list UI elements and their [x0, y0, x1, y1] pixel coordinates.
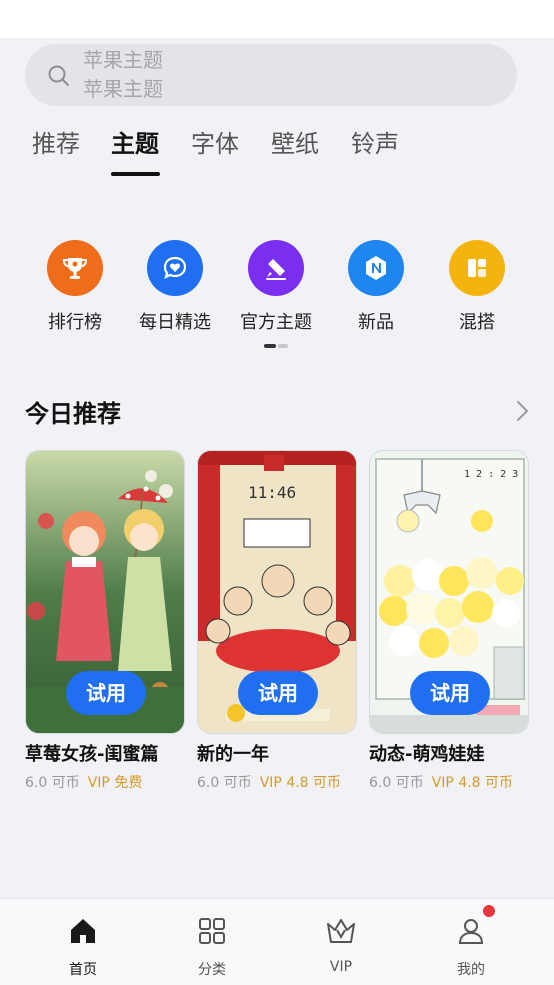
search-placeholder-2: 苹果主题: [83, 77, 163, 101]
preview-clock: 1 2 : 2 3: [464, 469, 519, 480]
search-icon: [48, 65, 69, 86]
tab-wallpaper[interactable]: 壁纸: [271, 128, 319, 160]
page-indicator: [264, 344, 290, 350]
coin-price: 6.0 可币: [369, 775, 424, 791]
theme-preview-image[interactable]: 1 2 : 2 3 试用: [369, 450, 529, 734]
category-label: 新品: [358, 312, 394, 333]
theme-name: 动态-萌鸡娃娃: [369, 744, 485, 765]
category-ranking[interactable]: 排行榜: [25, 240, 125, 334]
search-bar[interactable]: 苹果主题 苹果主题: [25, 44, 517, 106]
vip-price: VIP 免费: [87, 775, 143, 791]
crown-icon: [327, 919, 355, 943]
vip-price: VIP 4.8 可币: [259, 775, 342, 791]
nav-category[interactable]: 分类: [162, 915, 262, 979]
trophy-icon: [47, 240, 103, 296]
theme-card-cute-chick[interactable]: 1 2 : 2 3 试用 动态-萌鸡娃娃 6.0 可币 VIP 4.8 可币: [369, 450, 529, 792]
try-button[interactable]: 试用: [410, 671, 490, 715]
section-title: 今日推荐: [25, 400, 121, 428]
nav-label: 首页: [69, 962, 97, 978]
nav-vip[interactable]: VIP: [291, 915, 391, 975]
nav-label: 分类: [198, 962, 226, 978]
theme-price: 6.0 可币 VIP 免费: [25, 772, 185, 792]
theme-preview-image[interactable]: 试用: [25, 450, 185, 734]
try-button[interactable]: 试用: [66, 671, 146, 715]
brush-icon: [248, 240, 304, 296]
top-tabs: 推荐 主题 字体 壁纸 铃声: [0, 128, 554, 178]
mix-layout-icon: [449, 240, 505, 296]
category-new[interactable]: 新品: [326, 240, 426, 334]
nav-mine[interactable]: 我的: [421, 915, 521, 979]
status-bar: [0, 0, 554, 38]
category-label: 混搭: [459, 312, 495, 333]
preview-clock: 11:46: [248, 483, 297, 502]
theme-name: 草莓女孩-闺蜜篇: [25, 744, 159, 765]
vip-price: VIP 4.8 可币: [431, 775, 514, 791]
coin-price: 6.0 可币: [25, 775, 80, 791]
nav-home[interactable]: 首页: [33, 915, 133, 979]
category-label: 排行榜: [48, 312, 102, 333]
theme-price: 6.0 可币 VIP 4.8 可币: [369, 772, 529, 792]
category-label: 每日精选: [139, 312, 211, 333]
tab-ringtone[interactable]: 铃声: [351, 128, 399, 160]
theme-preview-image[interactable]: 11:46 试用: [197, 450, 357, 734]
theme-price: 6.0 可币 VIP 4.8 可币: [197, 772, 357, 792]
tab-theme[interactable]: 主题: [111, 128, 159, 160]
coin-price: 6.0 可币: [197, 775, 252, 791]
tab-font[interactable]: 字体: [191, 128, 239, 160]
category-daily-pick[interactable]: 每日精选: [125, 240, 225, 334]
category-label: 官方主题: [240, 312, 312, 333]
tab-recommend[interactable]: 推荐: [32, 128, 80, 160]
grid-icon: [199, 918, 225, 944]
theme-card-strawberry-girl[interactable]: 试用 草莓女孩-闺蜜篇 6.0 可币 VIP 免费: [25, 450, 185, 792]
category-official-theme[interactable]: 官方主题: [226, 240, 326, 334]
home-icon: [71, 919, 95, 943]
try-button[interactable]: 试用: [238, 671, 318, 715]
user-icon: [458, 919, 484, 944]
nav-label: 我的: [457, 962, 485, 978]
new-badge-icon: [348, 240, 404, 296]
search-placeholder-1: 苹果主题: [83, 48, 163, 72]
tab-active-indicator: [111, 172, 160, 176]
nav-label: VIP: [329, 959, 353, 975]
chevron-right-icon[interactable]: [512, 398, 532, 424]
notification-badge: [483, 905, 495, 917]
heart-chat-icon: [147, 240, 203, 296]
theme-name: 新的一年: [197, 744, 269, 765]
theme-card-new-year[interactable]: 11:46 试用 新的一年 6.0 可币 VIP 4.8 可币: [197, 450, 357, 792]
category-mix[interactable]: 混搭: [427, 240, 527, 334]
bottom-navigation: 首页 分类 VIP 我的: [0, 898, 554, 985]
